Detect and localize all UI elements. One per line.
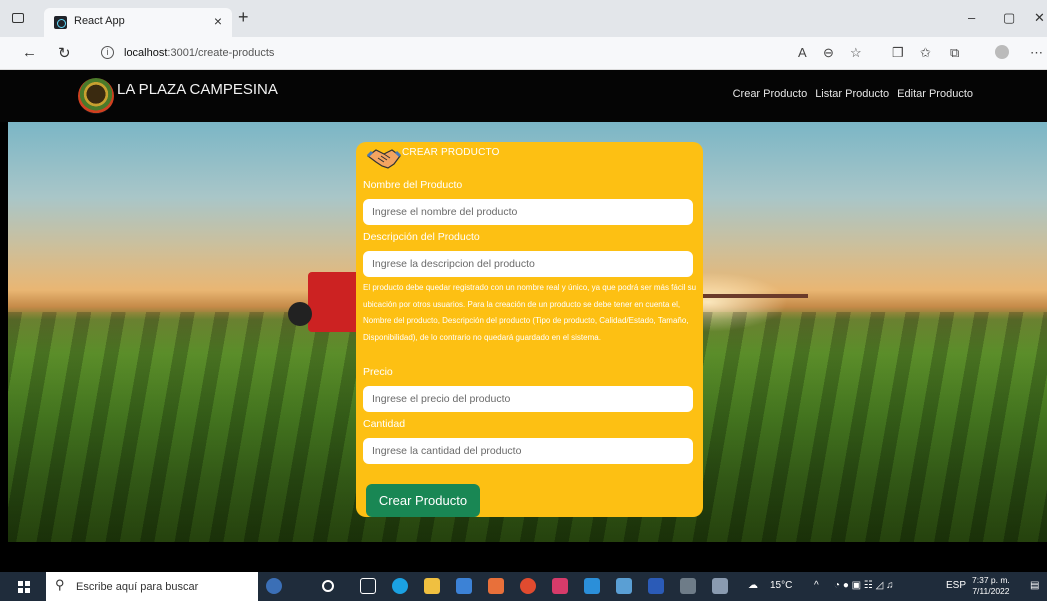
weather-icon[interactable]: ☁ <box>748 580 758 591</box>
create-product-card: CREAR PRODUCTO Nombre del Producto Descr… <box>356 142 703 517</box>
app-icon-weather-widget[interactable] <box>266 578 282 594</box>
description-label: Descripción del Producto <box>363 231 480 243</box>
name-label: Nombre del Producto <box>363 179 463 191</box>
maximize-button[interactable]: ▢ <box>1003 10 1015 26</box>
edge-icon[interactable] <box>392 578 408 594</box>
url-host: localhost <box>124 47 168 59</box>
price-label: Precio <box>363 366 393 378</box>
browser-tab-bar: React App × + – ▢ ✕ <box>0 0 1047 37</box>
refresh-icon[interactable]: ↻ <box>58 44 71 62</box>
address-bar: ← ↻ i localhost:3001/create-products A ⊖… <box>0 37 1047 70</box>
word-icon[interactable] <box>648 578 664 594</box>
app-icon-generic[interactable] <box>616 578 632 594</box>
app-icon-office[interactable] <box>488 578 504 594</box>
new-tab-button[interactable]: + <box>238 7 249 28</box>
tab-actions-icon[interactable] <box>12 13 24 23</box>
favorites-icon[interactable]: ✩ <box>920 45 931 61</box>
collections-icon[interactable]: ⧉ <box>950 45 959 61</box>
windows-start-icon[interactable] <box>18 581 30 593</box>
language-indicator[interactable]: ESP <box>946 580 966 591</box>
react-favicon-icon <box>54 16 67 29</box>
brand-name[interactable]: LA PLAZA CAMPESINA <box>117 81 278 98</box>
product-price-input[interactable] <box>363 386 693 412</box>
taskbar-search[interactable]: ⚲ Escribe aquí para buscar <box>46 572 258 601</box>
help-text: El producto debe quedar registrado con u… <box>363 283 697 343</box>
vscode-icon[interactable] <box>584 578 600 594</box>
nav-links: Crear Producto Listar Producto Editar Pr… <box>733 88 973 100</box>
weather-temp[interactable]: 15°C <box>770 580 792 591</box>
close-window-button[interactable]: ✕ <box>1034 10 1045 26</box>
app-icon-misc[interactable] <box>712 578 728 594</box>
cortana-icon[interactable] <box>322 580 334 592</box>
url-field[interactable]: localhost:3001/create-products <box>124 47 274 59</box>
search-icon: ⚲ <box>55 577 65 592</box>
browser-tab[interactable]: React App × <box>44 8 232 37</box>
minimize-button[interactable]: – <box>968 10 975 25</box>
app-icon-slack[interactable] <box>552 578 568 594</box>
favorite-star-icon[interactable]: ☆ <box>850 45 862 61</box>
product-description-input[interactable] <box>363 251 693 277</box>
app-icon-photos[interactable] <box>680 578 696 594</box>
site-info-icon[interactable]: i <box>101 46 114 59</box>
clock-time: 7:37 p. m. <box>972 575 1010 585</box>
nav-crear-producto[interactable]: Crear Producto <box>733 88 808 100</box>
create-product-button[interactable]: Crear Producto <box>366 484 480 517</box>
tray-chevron-icon[interactable]: ^ <box>814 580 819 591</box>
product-name-input[interactable] <box>363 199 693 225</box>
brand-logo[interactable] <box>78 78 114 114</box>
handshake-icon <box>366 149 402 169</box>
extensions-icon[interactable]: ❒ <box>892 45 904 61</box>
profile-avatar-icon[interactable] <box>995 45 1009 59</box>
file-explorer-icon[interactable] <box>424 578 440 594</box>
clock-date: 7/11/2022 <box>972 586 1010 596</box>
url-path: :3001/create-products <box>167 47 275 59</box>
nav-listar-producto[interactable]: Listar Producto <box>815 88 889 100</box>
os-taskbar: ⚲ Escribe aquí para buscar ☁ 15°C ^ ◔ ● … <box>0 572 1047 601</box>
form-title: CREAR PRODUCTO <box>402 147 500 158</box>
tab-close-button[interactable]: × <box>214 13 222 29</box>
quantity-label: Cantidad <box>363 418 406 430</box>
more-menu-icon[interactable]: ⋯ <box>1030 45 1043 61</box>
back-arrow-icon[interactable]: ← <box>22 44 37 61</box>
tab-title: React App <box>74 15 125 27</box>
app-navbar: LA PLAZA CAMPESINA Crear Producto Listar… <box>0 70 1047 122</box>
irrigation-graphic <box>698 294 808 298</box>
chrome-icon[interactable] <box>520 578 536 594</box>
read-aloud-icon[interactable]: A <box>798 45 807 60</box>
zoom-icon[interactable]: ⊖ <box>823 45 834 61</box>
system-clock[interactable]: 7:37 p. m. 7/11/2022 <box>972 575 1010 597</box>
nav-editar-producto[interactable]: Editar Producto <box>897 88 973 100</box>
notifications-icon[interactable]: ▤ <box>1030 580 1039 591</box>
page-bottom-area <box>0 542 1047 572</box>
store-icon[interactable] <box>456 578 472 594</box>
product-quantity-input[interactable] <box>363 438 693 464</box>
task-view-icon[interactable] <box>360 578 376 594</box>
taskbar-search-text: Escribe aquí para buscar <box>76 581 199 593</box>
tray-icons[interactable]: ◔ ● ▣ ☷ ◿ ♫ <box>834 580 894 591</box>
